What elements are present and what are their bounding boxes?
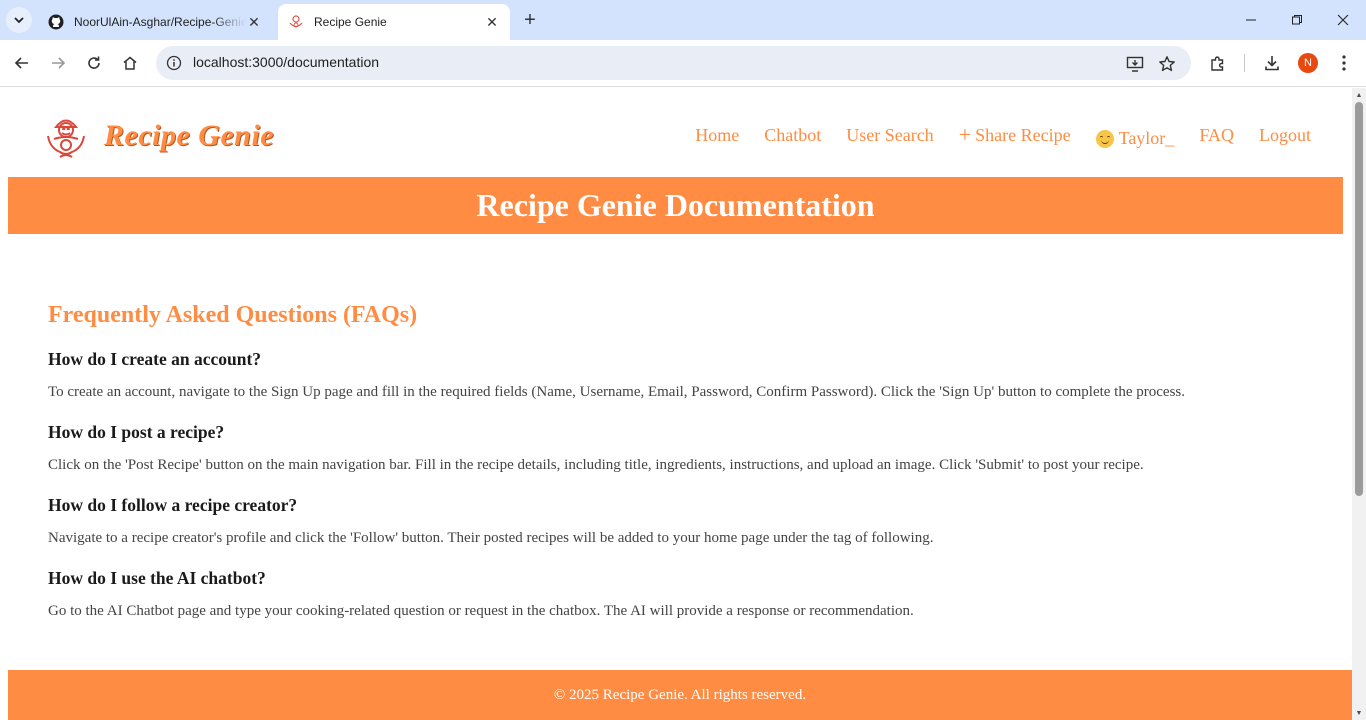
smiley-icon xyxy=(1095,130,1114,148)
scrollbar-thumb[interactable] xyxy=(1355,102,1363,496)
close-icon xyxy=(1337,14,1349,26)
scroll-up-arrow-icon[interactable]: ▲ xyxy=(1355,91,1363,99)
brand-name: Recipe Genie xyxy=(104,119,275,152)
browser-toolbar: localhost:3000/documentation xyxy=(0,40,1366,87)
copyright-text: © 2025 Recipe Genie. All rights reserved… xyxy=(553,686,807,703)
reload-button[interactable] xyxy=(79,48,109,78)
minimize-button[interactable] xyxy=(1228,0,1274,40)
main-nav: Home Chatbot User Search + Share Recipe … xyxy=(670,124,1311,149)
nav-user-profile[interactable]: Taylor_ xyxy=(1095,127,1175,149)
faq-item: How do I post a recipe? Click on the 'Po… xyxy=(48,422,1308,495)
faq-item: How do I follow a recipe creator? Naviga… xyxy=(48,495,1308,568)
new-tab-button[interactable]: + xyxy=(518,8,542,32)
menu-kebab-icon[interactable] xyxy=(1330,49,1358,77)
forward-button[interactable] xyxy=(43,48,73,78)
reload-icon xyxy=(88,56,100,69)
install-app-icon[interactable] xyxy=(1124,53,1146,75)
tab-title: NoorUlAin-Asghar/Recipe-Genie xyxy=(74,15,246,29)
tab-search-button[interactable] xyxy=(6,7,32,33)
scroll-down-arrow-icon[interactable]: ▼ xyxy=(1355,709,1363,717)
bookmark-star-icon[interactable] xyxy=(1156,53,1178,75)
home-button[interactable] xyxy=(115,48,145,78)
faq-question: How do I follow a recipe creator? xyxy=(48,495,298,515)
faq-question: How do I create an account? xyxy=(48,349,262,369)
address-bar[interactable]: localhost:3000/documentation xyxy=(156,46,1191,80)
chevron-down-icon xyxy=(14,17,24,24)
back-button[interactable] xyxy=(7,48,37,78)
faq-item: How do I use the AI chatbot? Go to the A… xyxy=(48,568,1308,641)
genie-icon xyxy=(288,14,304,30)
downloads-icon[interactable] xyxy=(1258,49,1286,77)
site-navbar: Recipe Genie Home Chatbot User Search + … xyxy=(8,88,1344,177)
username-label: Taylor_ xyxy=(1118,127,1175,148)
toolbar-divider xyxy=(1244,54,1245,72)
nav-share-recipe[interactable]: + Share Recipe xyxy=(959,124,1071,146)
nav-logout[interactable]: Logout xyxy=(1259,125,1311,146)
restore-icon xyxy=(1292,15,1302,25)
close-tab-icon[interactable]: ✕ xyxy=(484,14,500,30)
documentation-banner: Recipe Genie Documentation xyxy=(8,177,1343,234)
minimize-icon xyxy=(1246,19,1256,21)
genie-logo-icon xyxy=(47,119,85,158)
site-info-icon[interactable] xyxy=(164,53,184,73)
faq-answer: To create an account, navigate to the Si… xyxy=(48,384,1185,400)
github-icon xyxy=(48,14,64,30)
nav-chatbot[interactable]: Chatbot xyxy=(764,125,821,146)
page-scrollbar[interactable]: ▲ ▼ xyxy=(1352,88,1366,720)
home-icon xyxy=(123,56,137,70)
tab-recipe-genie[interactable]: Recipe Genie ✕ xyxy=(278,4,510,40)
nav-home[interactable]: Home xyxy=(695,125,739,146)
restore-button[interactable] xyxy=(1274,0,1320,40)
faq-answer: Click on the 'Post Recipe' button on the… xyxy=(48,457,1144,473)
close-tab-icon[interactable]: ✕ xyxy=(246,14,262,30)
arrow-right-icon xyxy=(52,57,66,69)
url-text[interactable]: localhost:3000/documentation xyxy=(193,54,379,70)
faq-answer: Navigate to a recipe creator's profile a… xyxy=(48,530,934,546)
close-window-button[interactable] xyxy=(1320,0,1366,40)
browser-tab-strip: NoorUlAin-Asghar/Recipe-Genie ✕ Recipe G… xyxy=(0,0,1366,40)
page-title: Recipe Genie Documentation xyxy=(476,187,875,223)
page-content: Recipe Genie Home Chatbot User Search + … xyxy=(0,88,1352,720)
faq-question: How do I post a recipe? xyxy=(48,422,225,442)
nav-user-search[interactable]: User Search xyxy=(846,125,933,146)
extensions-icon[interactable] xyxy=(1204,49,1232,77)
faq-heading: Frequently Asked Questions (FAQs) xyxy=(48,302,418,328)
faq-section: Frequently Asked Questions (FAQs) How do… xyxy=(48,302,1308,641)
site-footer: © 2025 Recipe Genie. All rights reserved… xyxy=(8,670,1352,720)
tab-title: Recipe Genie xyxy=(314,15,387,29)
tab-github[interactable]: NoorUlAin-Asghar/Recipe-Genie ✕ xyxy=(38,4,272,40)
faq-question: How do I use the AI chatbot? xyxy=(48,568,266,588)
arrow-left-icon xyxy=(14,57,28,69)
faq-answer: Go to the AI Chatbot page and type your … xyxy=(48,603,914,619)
plus-icon: + xyxy=(958,122,972,147)
share-recipe-label: Share Recipe xyxy=(975,124,1071,145)
nav-faq[interactable]: FAQ xyxy=(1199,125,1234,146)
profile-avatar[interactable]: N xyxy=(1298,53,1318,73)
site-logo[interactable]: Recipe Genie xyxy=(42,112,274,160)
faq-item: How do I create an account? To create an… xyxy=(48,349,1308,422)
